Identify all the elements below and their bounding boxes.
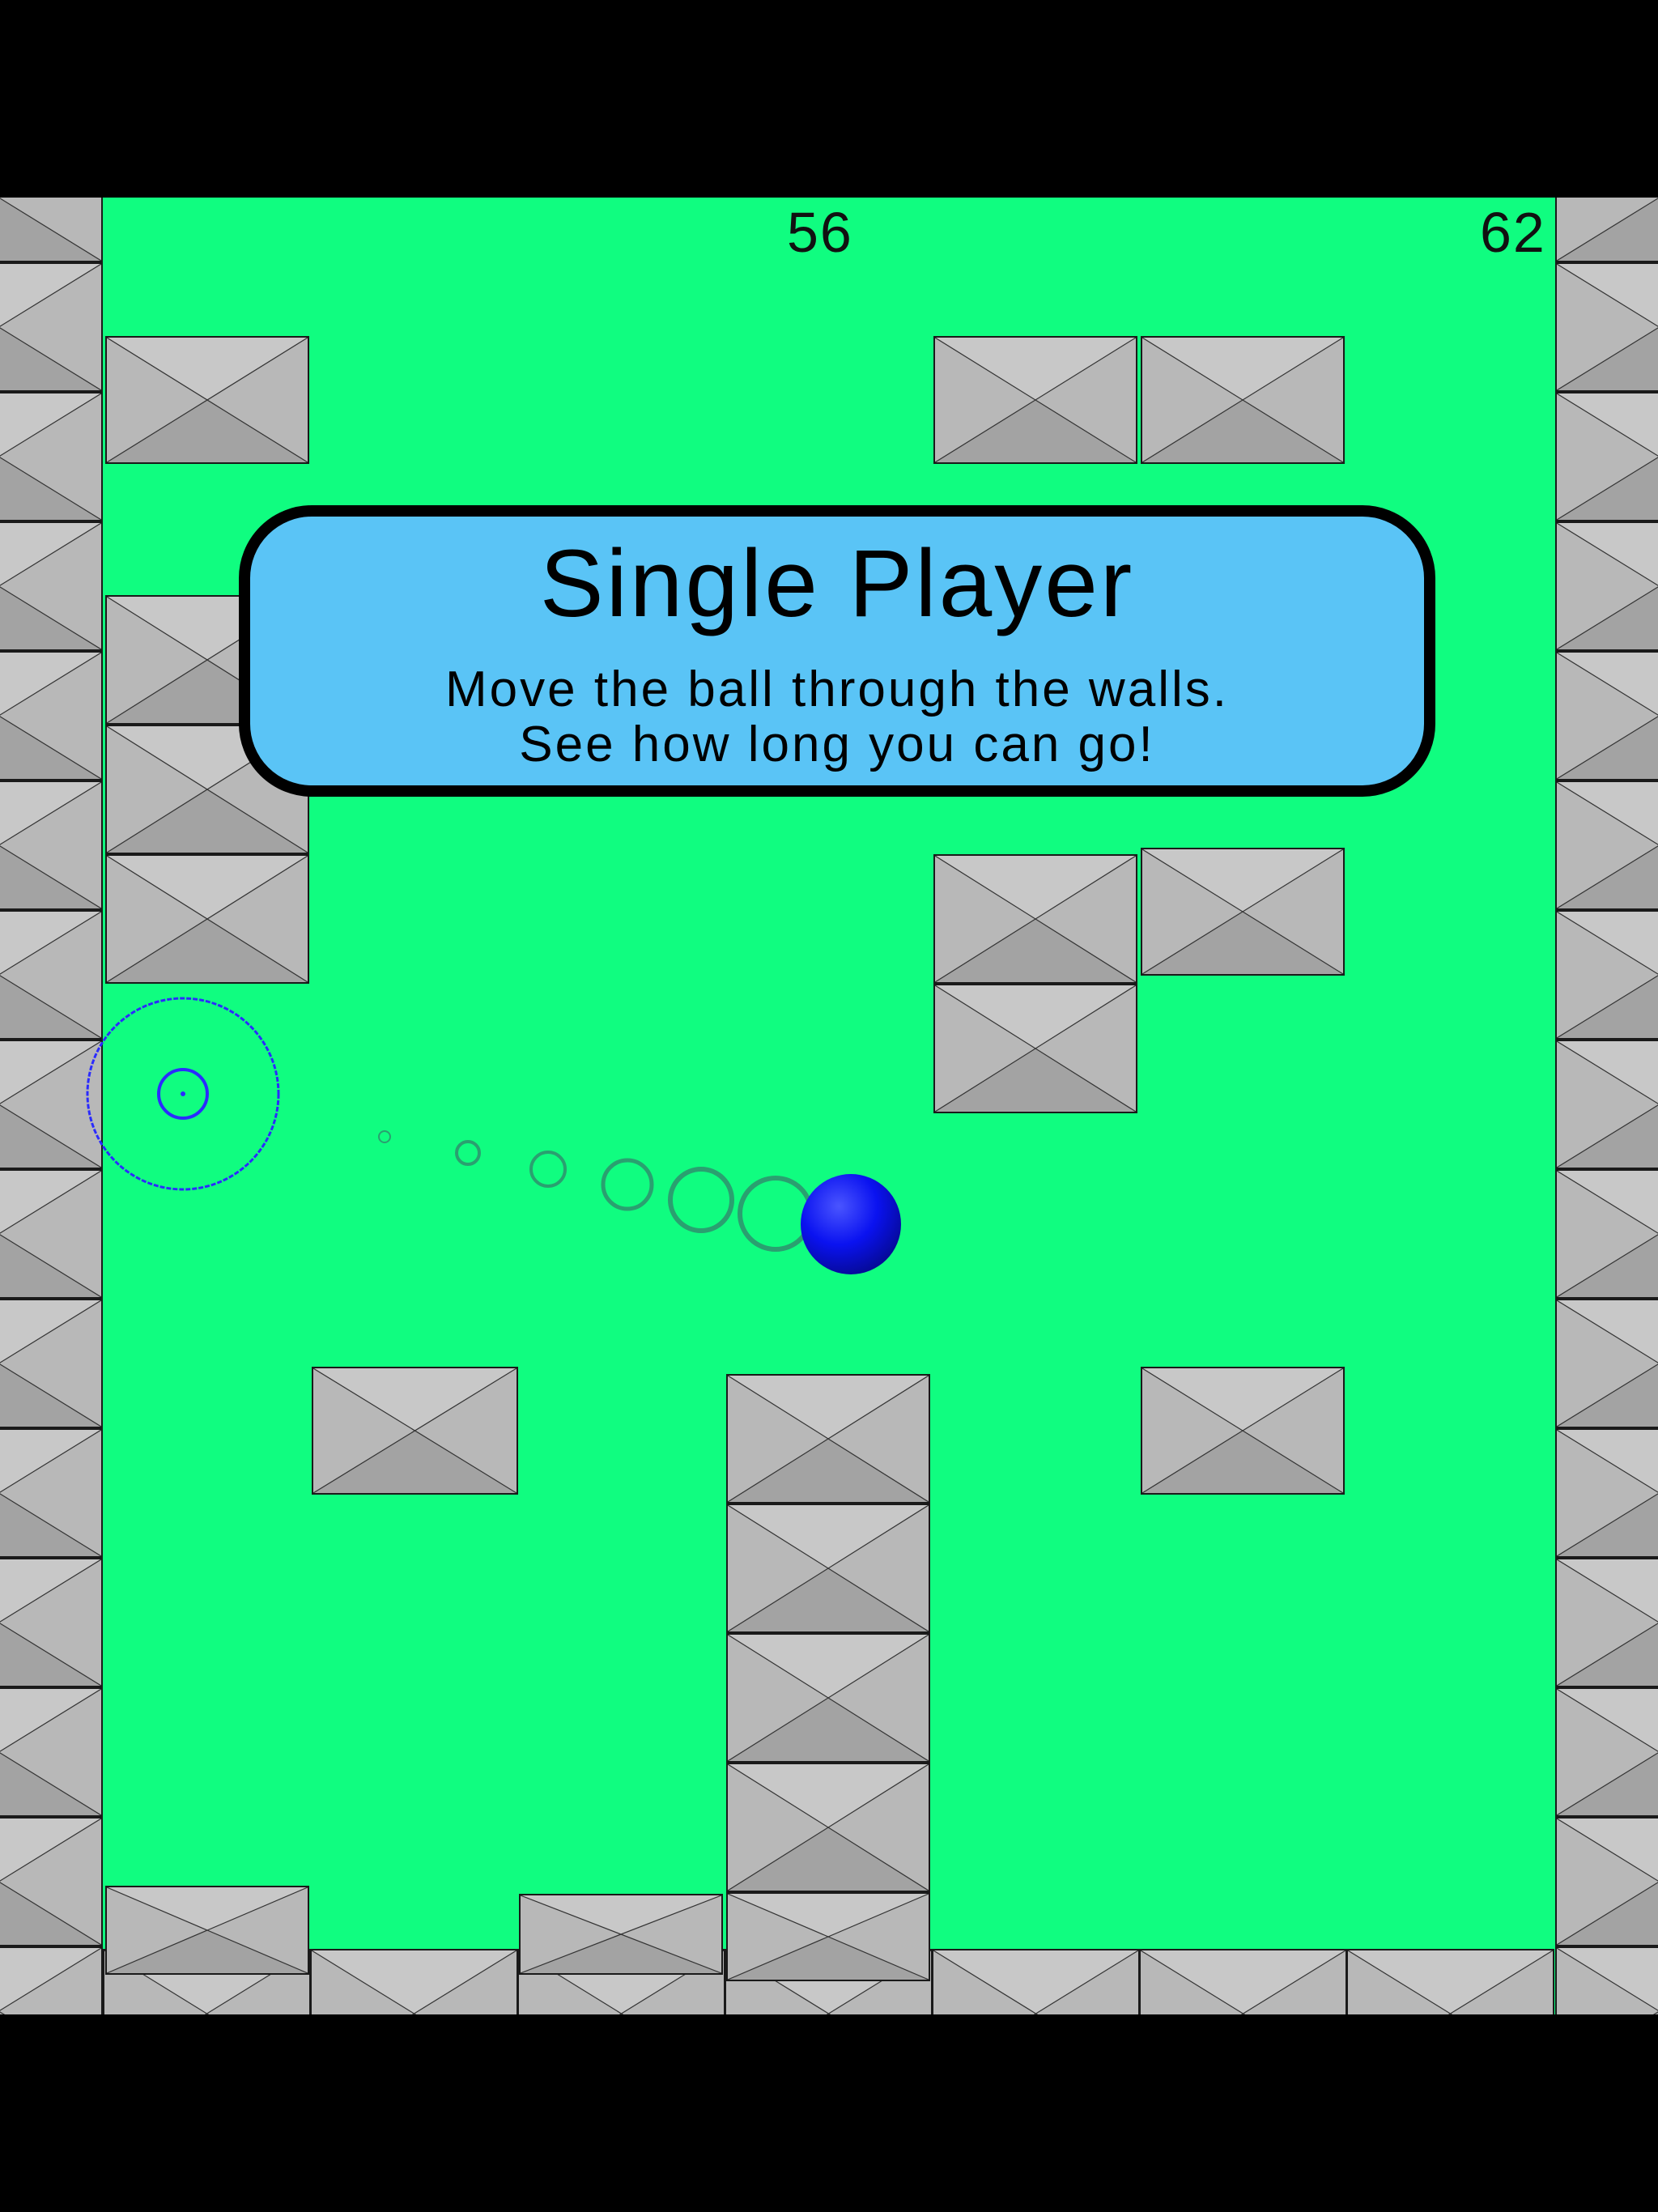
right-wall-block	[1555, 1040, 1658, 1169]
info-title: Single Player	[539, 530, 1135, 637]
left-wall-block	[0, 1169, 103, 1299]
right-wall-block	[1555, 781, 1658, 910]
right-wall-block	[1555, 651, 1658, 781]
playfield[interactable]: 56 62	[0, 198, 1658, 2014]
left-wall-block	[0, 198, 103, 262]
right-wall-block	[1555, 521, 1658, 651]
bottom-wall-block	[1139, 1949, 1347, 2014]
left-wall-block	[0, 1946, 103, 2014]
obstacle-block	[105, 854, 309, 984]
right-wall-block	[1555, 1558, 1658, 1687]
right-wall-block	[1555, 262, 1658, 392]
obstacle-block	[519, 1894, 723, 1975]
obstacle-block	[312, 1367, 518, 1495]
right-wall-block	[1555, 198, 1658, 262]
obstacle-block	[933, 854, 1137, 984]
current-score: 56	[787, 201, 853, 264]
bottom-wall-block	[932, 1949, 1140, 2014]
obstacle-block	[1141, 1367, 1345, 1495]
left-wall-block	[0, 781, 103, 910]
right-wall-block	[1555, 910, 1658, 1040]
left-wall-block	[0, 1299, 103, 1428]
right-wall-block	[1555, 392, 1658, 521]
info-line-2: See how long you can go!	[519, 717, 1155, 773]
best-score: 62	[1480, 201, 1546, 264]
obstacle-block	[933, 984, 1137, 1113]
right-wall-block	[1555, 1299, 1658, 1428]
obstacle-block	[726, 1763, 930, 1892]
obstacle-block	[105, 336, 309, 464]
left-wall-block	[0, 392, 103, 521]
left-wall-block	[0, 262, 103, 392]
info-line-1: Move the ball through the walls.	[445, 661, 1229, 717]
right-wall-block	[1555, 1169, 1658, 1299]
obstacle-block	[933, 336, 1137, 464]
left-wall-block	[0, 1558, 103, 1687]
obstacle-block	[726, 1374, 930, 1504]
right-wall-block	[1555, 1817, 1658, 1946]
left-wall-block	[0, 1687, 103, 1817]
obstacle-block	[105, 1886, 309, 1975]
obstacle-block	[726, 1892, 930, 1981]
info-card: Single Player Move the ball through the …	[239, 505, 1435, 797]
obstacle-block	[1141, 336, 1345, 464]
right-wall-block	[1555, 1428, 1658, 1558]
bottom-wall-block	[310, 1949, 518, 2014]
obstacle-block	[726, 1504, 930, 1633]
right-wall-block	[1555, 1687, 1658, 1817]
left-wall-block	[0, 521, 103, 651]
left-wall-block	[0, 651, 103, 781]
game-screen: { "game": { "scores": { "current": "56",…	[0, 0, 1658, 2212]
obstacle-block	[1141, 848, 1345, 976]
obstacle-block	[726, 1633, 930, 1763]
right-wall-block	[1555, 1946, 1658, 2014]
bottom-wall-block	[1346, 1949, 1554, 2014]
left-wall-block	[0, 1040, 103, 1169]
left-wall-block	[0, 1817, 103, 1946]
left-wall-block	[0, 910, 103, 1040]
left-wall-block	[0, 1428, 103, 1558]
